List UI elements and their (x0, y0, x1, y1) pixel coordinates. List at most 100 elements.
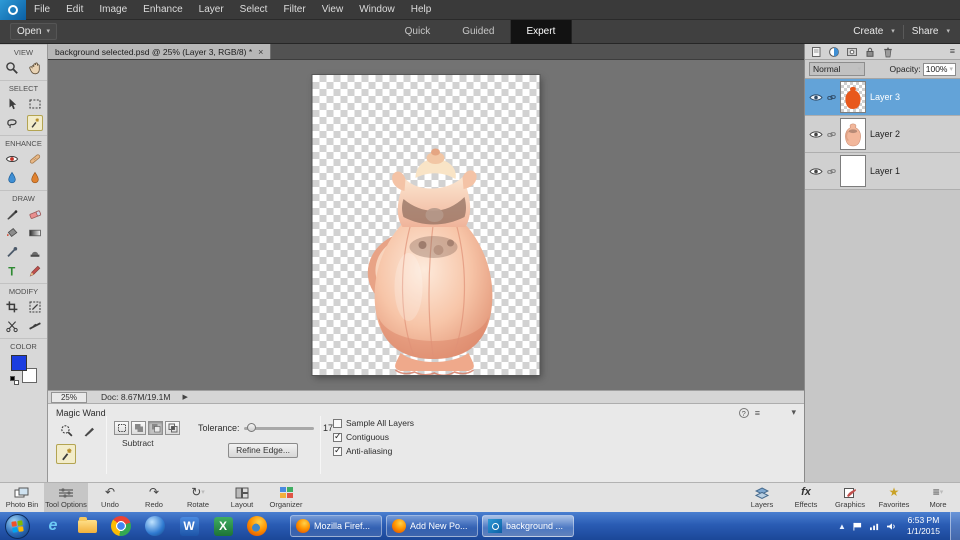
type-tool-icon[interactable]: T (4, 263, 20, 279)
layers-panel-menu-icon[interactable]: ≡ (950, 47, 955, 56)
menu-view[interactable]: View (314, 0, 352, 20)
tab-expert[interactable]: Expert (510, 20, 571, 44)
firefox-icon[interactable] (240, 516, 274, 536)
photo-bin-button[interactable]: Photo Bin (0, 483, 44, 512)
taskbar-window-photoshop[interactable]: background ... (482, 515, 574, 537)
default-colors-icon[interactable] (10, 376, 19, 385)
visibility-eye-icon[interactable] (809, 167, 823, 176)
magic-wand-tool-icon[interactable] (27, 115, 43, 131)
effects-button[interactable]: fx Effects (784, 483, 828, 512)
action-center-flag-icon[interactable] (852, 522, 863, 531)
visibility-eye-icon[interactable] (809, 130, 823, 139)
graphics-button[interactable]: Graphics (828, 483, 872, 512)
tolerance-value[interactable]: 17 (323, 423, 333, 433)
taskbar-window-firefox-2[interactable]: Add New Po... (386, 515, 478, 537)
eraser-tool-icon[interactable] (27, 206, 43, 222)
hand-tool-icon[interactable] (27, 60, 43, 76)
redo-button[interactable]: ↷ Redo (132, 483, 176, 512)
layer-row-layer3[interactable]: Layer 3 (805, 79, 960, 116)
tolerance-slider-thumb[interactable] (247, 423, 256, 432)
marquee-tool-icon[interactable] (27, 96, 43, 112)
spot-healing-tool-icon[interactable] (27, 151, 43, 167)
layer-thumbnail[interactable] (840, 118, 866, 150)
menu-help[interactable]: Help (403, 0, 440, 20)
zoom-tool-icon[interactable] (4, 60, 20, 76)
layer-name[interactable]: Layer 3 (870, 92, 900, 102)
zoom-level[interactable]: 25% (51, 392, 87, 403)
adjustment-layer-icon[interactable] (828, 46, 840, 58)
panel-menu-icon[interactable]: ≡ (755, 408, 760, 418)
recompose-tool-icon[interactable] (27, 299, 43, 315)
folder-icon[interactable] (70, 520, 104, 533)
checkbox-contiguous[interactable]: ✓ Contiguous (333, 432, 389, 442)
layer-row-layer2[interactable]: Layer 2 (805, 116, 960, 153)
help-icon[interactable]: ? (739, 408, 749, 418)
menu-image[interactable]: Image (91, 0, 135, 20)
layout-button[interactable]: Layout (220, 483, 264, 512)
checkbox-icon[interactable]: ✓ (333, 447, 342, 456)
red-eye-tool-icon[interactable] (4, 151, 20, 167)
link-icon[interactable] (827, 167, 836, 176)
straighten-tool-icon[interactable] (27, 318, 43, 334)
layers-button[interactable]: Layers (740, 483, 784, 512)
menu-file[interactable]: File (26, 0, 58, 20)
show-desktop-button[interactable] (950, 512, 960, 540)
checkbox-icon[interactable]: ✓ (333, 433, 342, 442)
more-button[interactable]: ≡▾ More (916, 483, 960, 512)
selection-brush-button[interactable] (79, 420, 99, 440)
add-selection-button[interactable] (131, 421, 146, 435)
close-icon[interactable]: × (258, 47, 263, 57)
menu-select[interactable]: Select (232, 0, 276, 20)
intersect-selection-button[interactable] (165, 421, 180, 435)
document-tab[interactable]: background selected.psd @ 25% (Layer 3, … (48, 44, 271, 59)
menu-edit[interactable]: Edit (58, 0, 91, 20)
magic-wand-button-selected[interactable] (56, 444, 76, 464)
menu-filter[interactable]: Filter (275, 0, 313, 20)
new-selection-button[interactable] (114, 421, 129, 435)
image-transparent-background[interactable] (313, 75, 540, 375)
link-icon[interactable] (827, 130, 836, 139)
layer-name[interactable]: Layer 2 (870, 129, 900, 139)
checkbox-anti-aliasing[interactable]: ✓ Anti-aliasing (333, 446, 392, 456)
collapse-panel-icon[interactable]: ▾ (791, 408, 796, 417)
canvas[interactable] (48, 60, 804, 390)
excel-icon[interactable]: X (206, 517, 240, 536)
organizer-button[interactable]: Organizer (264, 483, 308, 512)
foreground-color-swatch[interactable] (11, 355, 27, 371)
layer-row-layer1[interactable]: Layer 1 (805, 153, 960, 190)
paint-bucket-tool-icon[interactable] (4, 225, 20, 241)
brush-tool-icon[interactable] (4, 206, 20, 222)
layer-thumbnail[interactable] (840, 155, 866, 187)
layer-thumbnail[interactable] (840, 81, 866, 113)
menu-window[interactable]: Window (351, 0, 403, 20)
menu-layer[interactable]: Layer (191, 0, 232, 20)
blend-mode-select[interactable]: Normal ▾ (809, 62, 865, 76)
subtract-selection-button[interactable] (148, 421, 163, 435)
eyedropper-tool-icon[interactable] (4, 244, 20, 260)
tray-expand-icon[interactable]: ▲ (838, 522, 846, 531)
trash-icon[interactable] (882, 46, 894, 58)
crop-tool-icon[interactable] (4, 299, 20, 315)
tool-options-button[interactable]: Tool Options (44, 483, 88, 512)
share-button[interactable]: Share (912, 26, 939, 37)
clone-stamp-tool-icon[interactable] (27, 244, 43, 260)
chrome-icon[interactable] (104, 516, 138, 536)
blur-tool-icon[interactable] (27, 170, 43, 186)
link-icon[interactable] (827, 93, 836, 102)
undo-button[interactable]: ↶ Undo (88, 483, 132, 512)
checkbox-sample-all-layers[interactable]: Sample All Layers (333, 418, 414, 428)
gradient-tool-icon[interactable] (27, 225, 43, 241)
status-arrow-icon[interactable]: ▶ (182, 393, 187, 401)
scissors-tool-icon[interactable] (4, 318, 20, 334)
taskbar-window-firefox-1[interactable]: Mozilla Firef... (290, 515, 382, 537)
internet-explorer-icon[interactable]: e (36, 517, 70, 535)
tab-guided[interactable]: Guided (446, 20, 510, 44)
new-layer-icon[interactable] (810, 46, 822, 58)
media-player-icon[interactable] (138, 516, 172, 536)
menu-enhance[interactable]: Enhance (135, 0, 190, 20)
opacity-input[interactable]: 100% ▾ (923, 63, 956, 76)
rotate-button[interactable]: ↻▾ Rotate (176, 483, 220, 512)
move-tool-icon[interactable] (4, 96, 20, 112)
network-icon[interactable] (869, 522, 880, 531)
favorites-button[interactable]: ★ Favorites (872, 483, 916, 512)
